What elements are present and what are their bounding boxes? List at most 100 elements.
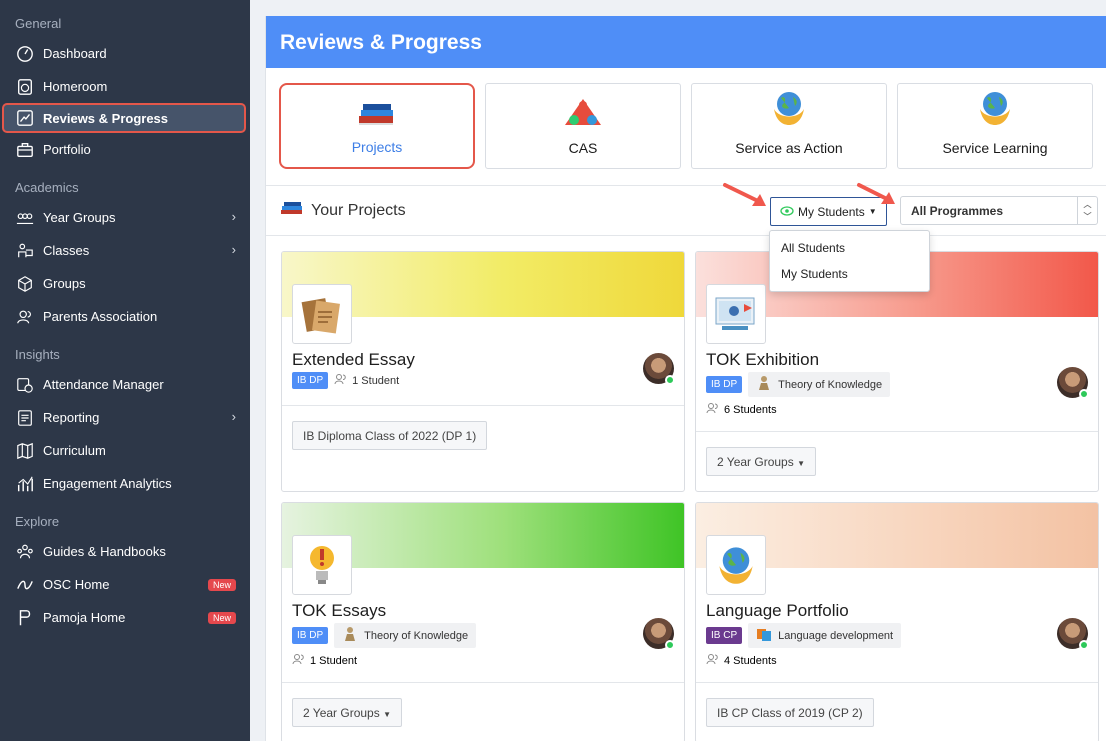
tabs: Projects CAS Service as Action Service L… bbox=[266, 68, 1106, 169]
subject-text: Language development bbox=[778, 629, 894, 642]
online-indicator bbox=[1079, 389, 1089, 399]
sidebar-item-label: Parents Association bbox=[43, 309, 158, 324]
student-count-text: 6 Students bbox=[724, 403, 777, 416]
tab-label: Service as Action bbox=[735, 140, 843, 156]
subject-text: Theory of Knowledge bbox=[778, 378, 883, 391]
teacher-icon bbox=[15, 241, 35, 261]
books-icon bbox=[357, 100, 397, 129]
sidebar: General Dashboard Homeroom Reviews & Pro… bbox=[0, 0, 250, 741]
avatar[interactable] bbox=[1057, 618, 1089, 650]
new-badge: New bbox=[207, 612, 236, 624]
report-icon bbox=[15, 408, 35, 428]
sidebar-item-label: Reporting bbox=[43, 410, 100, 425]
sidebar-item-label: Classes bbox=[43, 243, 90, 258]
divider bbox=[266, 235, 1106, 236]
year-groups-dropdown[interactable]: 2 Year Groups ▼ bbox=[706, 447, 816, 476]
class-tag[interactable]: IB Diploma Class of 2022 (DP 1) bbox=[292, 421, 488, 450]
sidebar-item-label: Year Groups bbox=[43, 210, 116, 225]
users-icon bbox=[706, 653, 720, 668]
card-meta: IB DP Theory of Knowledge bbox=[292, 623, 477, 648]
card-meta: IB DP Theory of Knowledge bbox=[706, 372, 891, 397]
main-panel: Reviews & Progress Projects CAS Service … bbox=[265, 16, 1106, 741]
year-groups-label: 2 Year Groups bbox=[303, 706, 380, 720]
menu-item-all-students[interactable]: All Students bbox=[770, 237, 929, 263]
section-explore: Explore bbox=[15, 514, 60, 529]
sidebar-item-classes[interactable]: Classes › bbox=[0, 234, 250, 267]
calendar-clock-icon bbox=[15, 375, 35, 395]
chart-line-icon bbox=[15, 108, 35, 128]
subject-chip: Theory of Knowledge bbox=[334, 623, 477, 648]
sidebar-item-curriculum[interactable]: Curriculum bbox=[0, 434, 250, 467]
sidebar-item-engagement-analytics[interactable]: Engagement Analytics bbox=[0, 467, 250, 500]
books-icon bbox=[280, 200, 304, 221]
sidebar-item-label: Homeroom bbox=[43, 79, 108, 94]
sidebar-item-groups[interactable]: Groups bbox=[0, 267, 250, 300]
year-groups-dropdown[interactable]: 2 Year Groups ▼ bbox=[292, 698, 402, 727]
sidebar-item-guides-handbooks[interactable]: Guides & Handbooks bbox=[0, 535, 250, 568]
subject-text: Theory of Knowledge bbox=[364, 629, 469, 642]
menu-item-my-students[interactable]: My Students bbox=[770, 263, 929, 289]
student-count-text: 1 Student bbox=[310, 654, 358, 667]
tab-projects[interactable]: Projects bbox=[279, 83, 475, 169]
cas-logo-icon bbox=[563, 97, 603, 130]
card-title: TOK Essays bbox=[292, 601, 387, 620]
programme-tag: IB DP bbox=[706, 376, 743, 393]
sidebar-item-reporting[interactable]: Reporting › bbox=[0, 401, 250, 434]
programme-tag: IB DP bbox=[292, 372, 329, 389]
chevron-right-icon: › bbox=[231, 242, 236, 257]
avatar[interactable] bbox=[1057, 367, 1089, 399]
sidebar-item-label: Dashboard bbox=[43, 46, 107, 61]
card-divider bbox=[696, 431, 1098, 432]
sidebar-item-pamoja-home[interactable]: Pamoja Home New bbox=[0, 601, 250, 634]
sidebar-item-homeroom[interactable]: Homeroom bbox=[0, 70, 250, 103]
sidebar-item-reviews-progress[interactable]: Reviews & Progress bbox=[2, 103, 246, 133]
sidebar-item-attendance-manager[interactable]: Attendance Manager bbox=[0, 368, 250, 401]
sidebar-item-parents-association[interactable]: Parents Association bbox=[0, 300, 250, 333]
sidebar-item-osc-home[interactable]: OSC Home New bbox=[0, 568, 250, 601]
gauge-icon bbox=[15, 44, 35, 64]
caret-down-icon: ▼ bbox=[383, 710, 391, 719]
caret-down-icon: ▼ bbox=[797, 459, 805, 468]
student-count-text: 1 Student bbox=[352, 374, 400, 387]
section-title: Your Projects bbox=[311, 201, 406, 219]
sidebar-item-portfolio[interactable]: Portfolio bbox=[0, 133, 250, 166]
chevron-right-icon: › bbox=[231, 409, 236, 424]
language-icon bbox=[756, 626, 772, 645]
online-indicator bbox=[1079, 640, 1089, 650]
tab-cas[interactable]: CAS bbox=[485, 83, 681, 169]
avatar[interactable] bbox=[643, 618, 675, 650]
select-spinner-icon: ︿ ﹀ bbox=[1077, 197, 1097, 224]
tab-label: Service Learning bbox=[942, 140, 1048, 156]
clock-icon bbox=[15, 77, 35, 97]
globe-hands-icon bbox=[706, 535, 766, 595]
class-tag[interactable]: IB CP Class of 2019 (CP 2) bbox=[706, 698, 874, 727]
programme-select[interactable]: All Programmes ︿ ﹀ bbox=[900, 196, 1098, 225]
users-icon bbox=[15, 307, 35, 327]
page-title: Reviews & Progress bbox=[266, 16, 1106, 68]
project-card-language-portfolio[interactable]: Language Portfolio IB CP Language develo… bbox=[695, 502, 1099, 741]
avatar[interactable] bbox=[643, 353, 675, 385]
subject-chip: Theory of Knowledge bbox=[748, 372, 891, 397]
sidebar-item-year-groups[interactable]: Year Groups › bbox=[0, 201, 250, 234]
tab-service-learning[interactable]: Service Learning bbox=[897, 83, 1093, 169]
annotation-arrow-icon bbox=[723, 183, 766, 206]
people-icon bbox=[15, 542, 35, 562]
thinker-statue-icon bbox=[342, 626, 358, 645]
projects-toolbar: Your Projects My Students ▼ All Programm… bbox=[266, 186, 1106, 235]
globe-hands-icon bbox=[977, 89, 1013, 130]
project-card-tok-essays[interactable]: TOK Essays IB DP Theory of Knowledge 1 S… bbox=[281, 502, 685, 741]
briefcase-icon bbox=[15, 140, 35, 160]
tab-service-as-action[interactable]: Service as Action bbox=[691, 83, 887, 169]
programme-tag: IB CP bbox=[706, 627, 743, 644]
analytics-icon bbox=[15, 474, 35, 494]
sidebar-item-label: Pamoja Home bbox=[43, 610, 126, 625]
subject-chip: Language development bbox=[748, 623, 902, 648]
sidebar-item-dashboard[interactable]: Dashboard bbox=[0, 37, 250, 70]
pamoja-logo-icon bbox=[15, 608, 35, 628]
users-icon bbox=[292, 653, 306, 668]
section-academics: Academics bbox=[15, 180, 79, 195]
student-count: 4 Students bbox=[706, 653, 777, 668]
tab-label: CAS bbox=[568, 140, 598, 156]
project-card-extended-essay[interactable]: Extended Essay IB DP 1 Student IB Diplom… bbox=[281, 251, 685, 492]
year-groups-label: 2 Year Groups bbox=[717, 455, 794, 469]
